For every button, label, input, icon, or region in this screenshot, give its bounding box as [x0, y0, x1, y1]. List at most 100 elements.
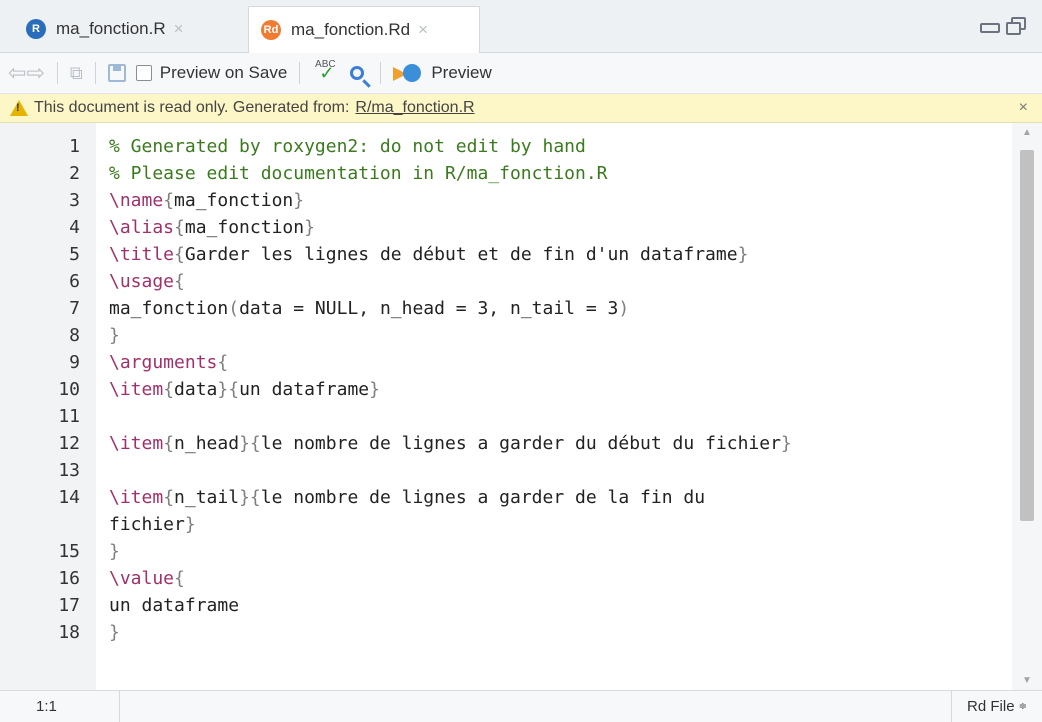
- bracket-token: }: [184, 514, 196, 535]
- code-line[interactable]: 7 ma_fonction(data = NULL, n_head = 3, n_…: [0, 295, 1012, 322]
- code-line[interactable]: 15}: [0, 538, 1012, 565]
- line-number: 9: [69, 352, 80, 373]
- keyword-token: \arguments: [109, 352, 218, 373]
- code-text: }: [109, 619, 120, 646]
- close-icon[interactable]: ×: [1019, 99, 1028, 117]
- preview-button[interactable]: Preview: [431, 63, 491, 83]
- code-line[interactable]: fichier}: [0, 511, 1012, 538]
- bracket-token: {: [163, 433, 175, 454]
- close-icon[interactable]: ×: [174, 19, 184, 39]
- text-token: Garder les lignes de début et de fin d'u…: [184, 244, 738, 265]
- source-file-link[interactable]: R/ma_fonction.R: [355, 99, 474, 117]
- code-line[interactable]: 10 \item{data}{un dataframe}: [0, 376, 1012, 403]
- show-in-window-icon[interactable]: ⧉: [70, 59, 83, 87]
- line-number: 2: [69, 163, 80, 184]
- status-bar: 1:1 Rd File ≑: [0, 690, 1042, 722]
- code-text: }: [109, 538, 120, 565]
- file-type-selector[interactable]: Rd File ≑: [951, 691, 1042, 722]
- bracket-token: {: [174, 271, 185, 292]
- preview-on-save-checkbox[interactable]: [135, 65, 152, 81]
- code-line[interactable]: 2 % Please edit documentation in R/ma_fon…: [0, 160, 1012, 187]
- tab-ma-fonction-rd[interactable]: Rd ma_fonction.Rd ×: [248, 6, 480, 53]
- spellcheck-icon[interactable]: ABC ✓: [312, 60, 338, 86]
- line-number: 4: [69, 217, 80, 238]
- toolbar-divider: [299, 62, 301, 84]
- line-number: 11: [58, 406, 80, 427]
- code-line[interactable]: 6 \usage{: [0, 268, 1012, 295]
- bracket-token: }{: [239, 487, 261, 508]
- line-number: 3: [69, 190, 80, 211]
- code-line[interactable]: 5 \title{Garder les lignes de début et de…: [0, 241, 1012, 268]
- scroll-down-icon[interactable]: ▼: [1022, 675, 1032, 686]
- code-line[interactable]: 17 un dataframe: [0, 592, 1012, 619]
- close-icon[interactable]: ×: [418, 20, 428, 40]
- search-icon[interactable]: [350, 66, 365, 80]
- code-line[interactable]: 4 \alias{ma_fonction}: [0, 214, 1012, 241]
- text-token: data: [174, 379, 218, 400]
- bracket-token: }: [780, 433, 792, 454]
- vertical-scrollbar[interactable]: ▲ ▼: [1012, 123, 1042, 690]
- bracket-token: {: [163, 379, 175, 400]
- text-token: ma_fonction: [109, 298, 229, 319]
- keyword-token: \title: [109, 244, 175, 265]
- bracket-token: }: [293, 190, 305, 211]
- code-line[interactable]: 8}: [0, 322, 1012, 349]
- back-arrow-icon[interactable]: ⇦: [8, 59, 26, 87]
- code-editor[interactable]: 1 % Generated by roxygen2: do not edit by…: [0, 123, 1042, 690]
- tab-ma-fonction-r[interactable]: R ma_fonction.R ×: [14, 6, 246, 52]
- code-text: }: [109, 322, 120, 349]
- line-number: 17: [58, 595, 80, 616]
- save-icon[interactable]: [107, 64, 126, 82]
- r-file-icon: R: [26, 19, 46, 39]
- minimize-icon[interactable]: [980, 23, 1000, 33]
- text-token: un dataframe: [109, 595, 240, 616]
- text-token: le nombre de lignes a garder du début du…: [260, 433, 781, 454]
- tab-label: ma_fonction.Rd: [291, 20, 411, 39]
- code-text: % Generated by roxygen2: do not edit by …: [109, 133, 586, 160]
- code-line[interactable]: 16 \value{: [0, 565, 1012, 592]
- warning-icon: [10, 100, 28, 116]
- text-token: ma_fonction: [174, 190, 294, 211]
- cursor-position: 1:1: [0, 691, 120, 722]
- forward-arrow-icon[interactable]: ⇨: [26, 59, 44, 87]
- bracket-token: }: [304, 217, 315, 238]
- line-number: 1: [69, 136, 80, 157]
- line-number: 18: [58, 622, 80, 643]
- bracket-token: ): [618, 298, 630, 319]
- code-line[interactable]: 11: [0, 403, 1012, 430]
- code-text: \item{n_head}{le nombre de lignes a gard…: [109, 430, 792, 457]
- code-line[interactable]: 9 \arguments{: [0, 349, 1012, 376]
- keyword-token: \item: [109, 487, 164, 508]
- bracket-token: {: [163, 487, 175, 508]
- preview-icon[interactable]: [393, 63, 423, 83]
- line-number: 14: [58, 487, 80, 508]
- code-line[interactable]: 18}: [0, 619, 1012, 646]
- bracket-token: {: [217, 352, 229, 373]
- tab-label: ma_fonction.R: [56, 19, 166, 38]
- read-only-infobar: This document is read only. Generated fr…: [0, 94, 1042, 123]
- code-text: % Please edit documentation in R/ma_fonc…: [109, 160, 608, 187]
- code-text: \title{Garder les lignes de début et de …: [109, 241, 748, 268]
- bracket-token: }{: [217, 379, 240, 400]
- code-line[interactable]: 3 \name{ma_fonction}: [0, 187, 1012, 214]
- infobar-message: This document is read only. Generated fr…: [34, 99, 350, 116]
- scrollbar-thumb[interactable]: [1020, 150, 1034, 521]
- keyword-token: \name: [109, 190, 164, 211]
- code-text: ma_fonction(data = NULL, n_head = 3, n_t…: [109, 295, 629, 322]
- code-line[interactable]: 13: [0, 457, 1012, 484]
- code-line[interactable]: 1 % Generated by roxygen2: do not edit by…: [0, 133, 1012, 160]
- bracket-token: {: [163, 190, 175, 211]
- code-text: fichier}: [109, 511, 196, 538]
- bracket-token: {: [174, 244, 185, 265]
- keyword-token: \item: [109, 379, 164, 400]
- scroll-up-icon[interactable]: ▲: [1022, 127, 1032, 138]
- code-lines: 1 % Generated by roxygen2: do not edit by…: [0, 133, 1012, 646]
- bracket-token: {: [174, 568, 185, 589]
- maximize-icon[interactable]: [1006, 17, 1028, 37]
- code-line[interactable]: 12 \item{n_head}{le nombre de lignes a ga…: [0, 430, 1012, 457]
- code-line[interactable]: 14 \item{n_tail}{le nombre de lignes a ga…: [0, 484, 1012, 511]
- updown-arrows-icon: ≑: [1018, 701, 1027, 712]
- keyword-token: \item: [109, 433, 164, 454]
- keyword-token: \alias: [109, 217, 175, 238]
- line-number: 5: [69, 244, 80, 265]
